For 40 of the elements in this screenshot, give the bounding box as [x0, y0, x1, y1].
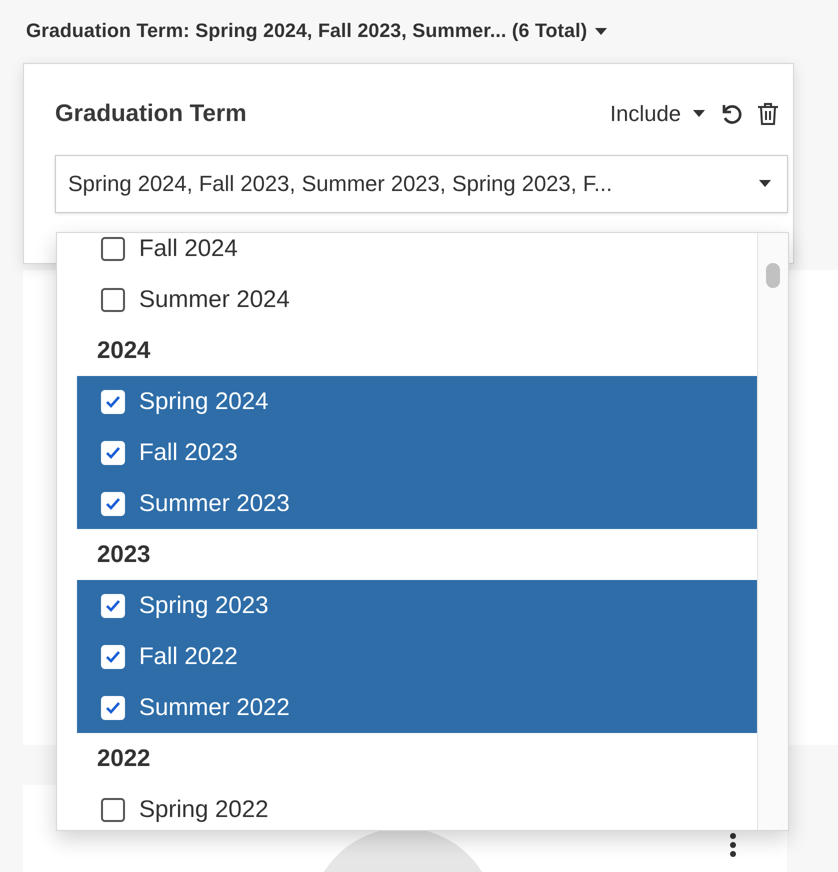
term-option[interactable]: Fall 2024	[77, 233, 759, 274]
group-heading: 2024	[96, 336, 152, 366]
option-label: Spring 2022	[139, 796, 268, 824]
term-option[interactable]: Spring 2022	[77, 784, 759, 830]
group-heading: 2023	[96, 540, 152, 570]
term-option[interactable]: Fall 2022	[77, 631, 759, 682]
checkbox[interactable]	[101, 236, 125, 260]
term-option[interactable]: Summer 2023	[77, 478, 759, 529]
option-label: Summer 2022	[139, 694, 290, 722]
filter-summary[interactable]: Graduation Term: Spring 2024, Fall 2023, Summer... (6 Total)	[26, 20, 608, 43]
group-heading: 2022	[96, 744, 152, 774]
checkbox[interactable]	[101, 288, 125, 312]
term-select[interactable]: Spring 2024, Fall 2023, Summer 2023, Spring 2023, F...	[55, 155, 788, 213]
option-label: Fall 2022	[139, 642, 238, 670]
trash-icon[interactable]	[757, 102, 779, 126]
caret-icon	[759, 180, 771, 188]
option-label: Fall 2023	[139, 438, 238, 466]
check-icon	[105, 650, 121, 664]
filter-title: Graduation Term	[55, 100, 247, 128]
checkbox[interactable]	[101, 798, 125, 822]
option-label: Summer 2023	[139, 490, 290, 518]
term-option[interactable]: Summer 2022	[77, 682, 759, 733]
caret-icon	[693, 110, 705, 118]
option-label: Summer 2024	[139, 286, 290, 314]
scrollbar-thumb[interactable]	[766, 263, 780, 288]
check-icon	[105, 394, 121, 408]
option-label: Fall 2024	[139, 234, 238, 262]
check-icon	[105, 446, 121, 460]
term-option[interactable]: Spring 2024	[77, 376, 759, 427]
term-option[interactable]: Summer 2024	[77, 274, 759, 325]
option-label: Spring 2023	[139, 592, 268, 620]
check-icon	[105, 496, 121, 510]
term-option[interactable]: Fall 2023	[77, 427, 759, 478]
mode-dropdown[interactable]: Include	[610, 101, 705, 127]
option-label: Spring 2024	[139, 388, 268, 416]
caret-icon	[595, 28, 608, 36]
more-icon[interactable]	[728, 832, 738, 858]
term-option[interactable]: Spring 2023	[77, 580, 759, 631]
check-icon	[105, 700, 121, 714]
check-icon	[105, 598, 121, 612]
